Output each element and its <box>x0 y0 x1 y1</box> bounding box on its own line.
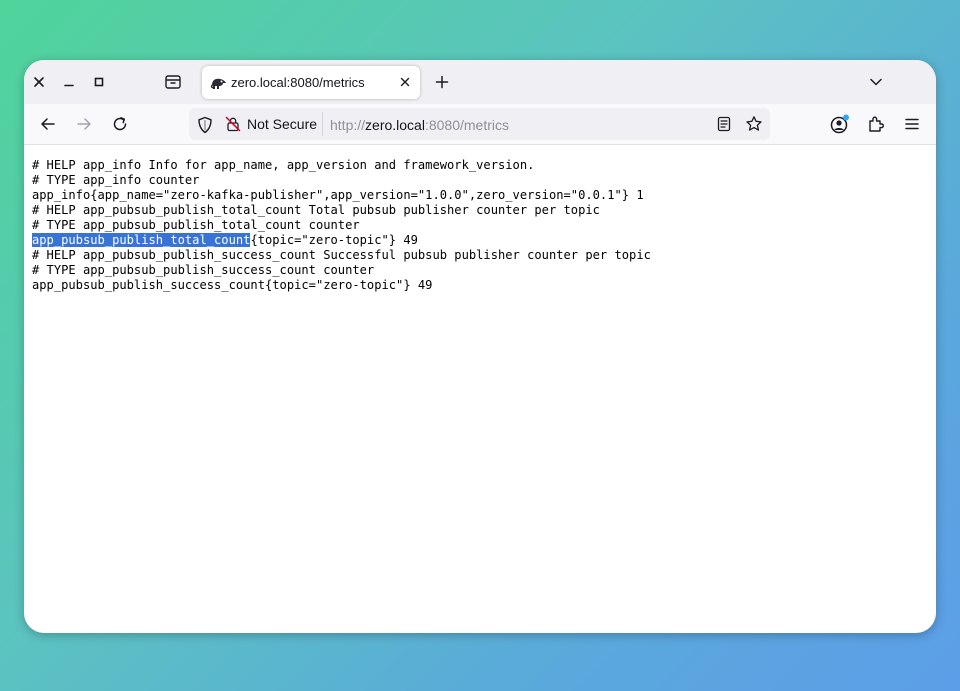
insecure-lock-icon <box>225 116 241 132</box>
list-all-tabs-button[interactable] <box>866 72 886 92</box>
metrics-line: # TYPE app_info counter <box>32 173 200 187</box>
reload-button[interactable] <box>110 114 130 134</box>
metrics-line-rest: {topic="zero-topic"} 49 <box>250 233 418 247</box>
arrow-left-icon <box>41 118 55 130</box>
plus-icon <box>435 75 449 89</box>
url-text[interactable]: http://zero.local:8080/metrics <box>330 117 509 133</box>
close-icon <box>400 77 410 87</box>
tracking-protection-shield-icon[interactable] <box>196 116 214 134</box>
minimize-window-button[interactable] <box>59 72 79 92</box>
account-button[interactable] <box>830 114 850 134</box>
tab-active[interactable]: zero.local:8080/metrics <box>202 66 420 99</box>
puzzle-piece-icon <box>869 116 884 132</box>
forward-button[interactable] <box>74 114 94 134</box>
tab-close-button[interactable] <box>397 74 413 90</box>
chameleon-favicon-icon <box>210 78 226 89</box>
tab-bar: zero.local:8080/metrics <box>24 60 936 104</box>
browser-window: zero.local:8080/metrics Not Secure http:… <box>24 60 936 633</box>
hamburger-menu-icon <box>905 118 919 130</box>
chevron-down-icon <box>870 78 882 86</box>
arrow-right-icon <box>77 118 91 130</box>
metrics-line: # TYPE app_pubsub_publish_total_count co… <box>32 218 360 232</box>
metrics-line: # HELP app_pubsub_publish_success_count … <box>32 248 651 262</box>
maximize-window-button[interactable] <box>89 72 109 92</box>
urlbar-divider <box>322 112 323 136</box>
close-icon <box>34 77 44 87</box>
url-scheme: http:// <box>330 117 366 133</box>
url-bar[interactable]: Not Secure http://zero.local:8080/metric… <box>189 108 770 140</box>
metrics-line: app_info{app_name="zero-kafka-publisher"… <box>32 188 644 202</box>
metrics-line: app_pubsub_publish_success_count{topic="… <box>32 278 433 292</box>
firefox-view-button[interactable] <box>163 72 183 92</box>
back-button[interactable] <box>38 114 58 134</box>
app-menu-button[interactable] <box>902 114 922 134</box>
bookmark-star-icon[interactable] <box>745 115 763 133</box>
firefox-view-icon <box>165 75 181 89</box>
extensions-button[interactable] <box>866 114 886 134</box>
account-icon <box>830 114 849 134</box>
metrics-line: # TYPE app_pubsub_publish_success_count … <box>32 263 375 277</box>
metrics-line-selected: app_pubsub_publish_total_count{topic="ze… <box>32 233 651 248</box>
selected-text: app_pubsub_publish_total_count <box>32 233 251 247</box>
close-window-button[interactable] <box>29 72 49 92</box>
page-content: # HELP app_info Info for app_name, app_v… <box>32 158 651 293</box>
metrics-line: # HELP app_info Info for app_name, app_v… <box>32 158 535 172</box>
notification-badge <box>843 114 849 121</box>
new-tab-button[interactable] <box>432 72 452 92</box>
reload-icon <box>113 117 127 131</box>
minimize-icon <box>64 84 74 87</box>
url-path: :8080/metrics <box>424 117 509 133</box>
metrics-line: # HELP app_pubsub_publish_total_count To… <box>32 203 600 217</box>
reader-view-icon[interactable] <box>716 116 732 132</box>
not-secure-label[interactable]: Not Secure <box>247 116 317 132</box>
tab-title: zero.local:8080/metrics <box>231 75 365 90</box>
maximize-icon <box>94 77 104 87</box>
navigation-toolbar: Not Secure http://zero.local:8080/metric… <box>24 104 936 145</box>
url-host: zero.local <box>365 117 425 133</box>
